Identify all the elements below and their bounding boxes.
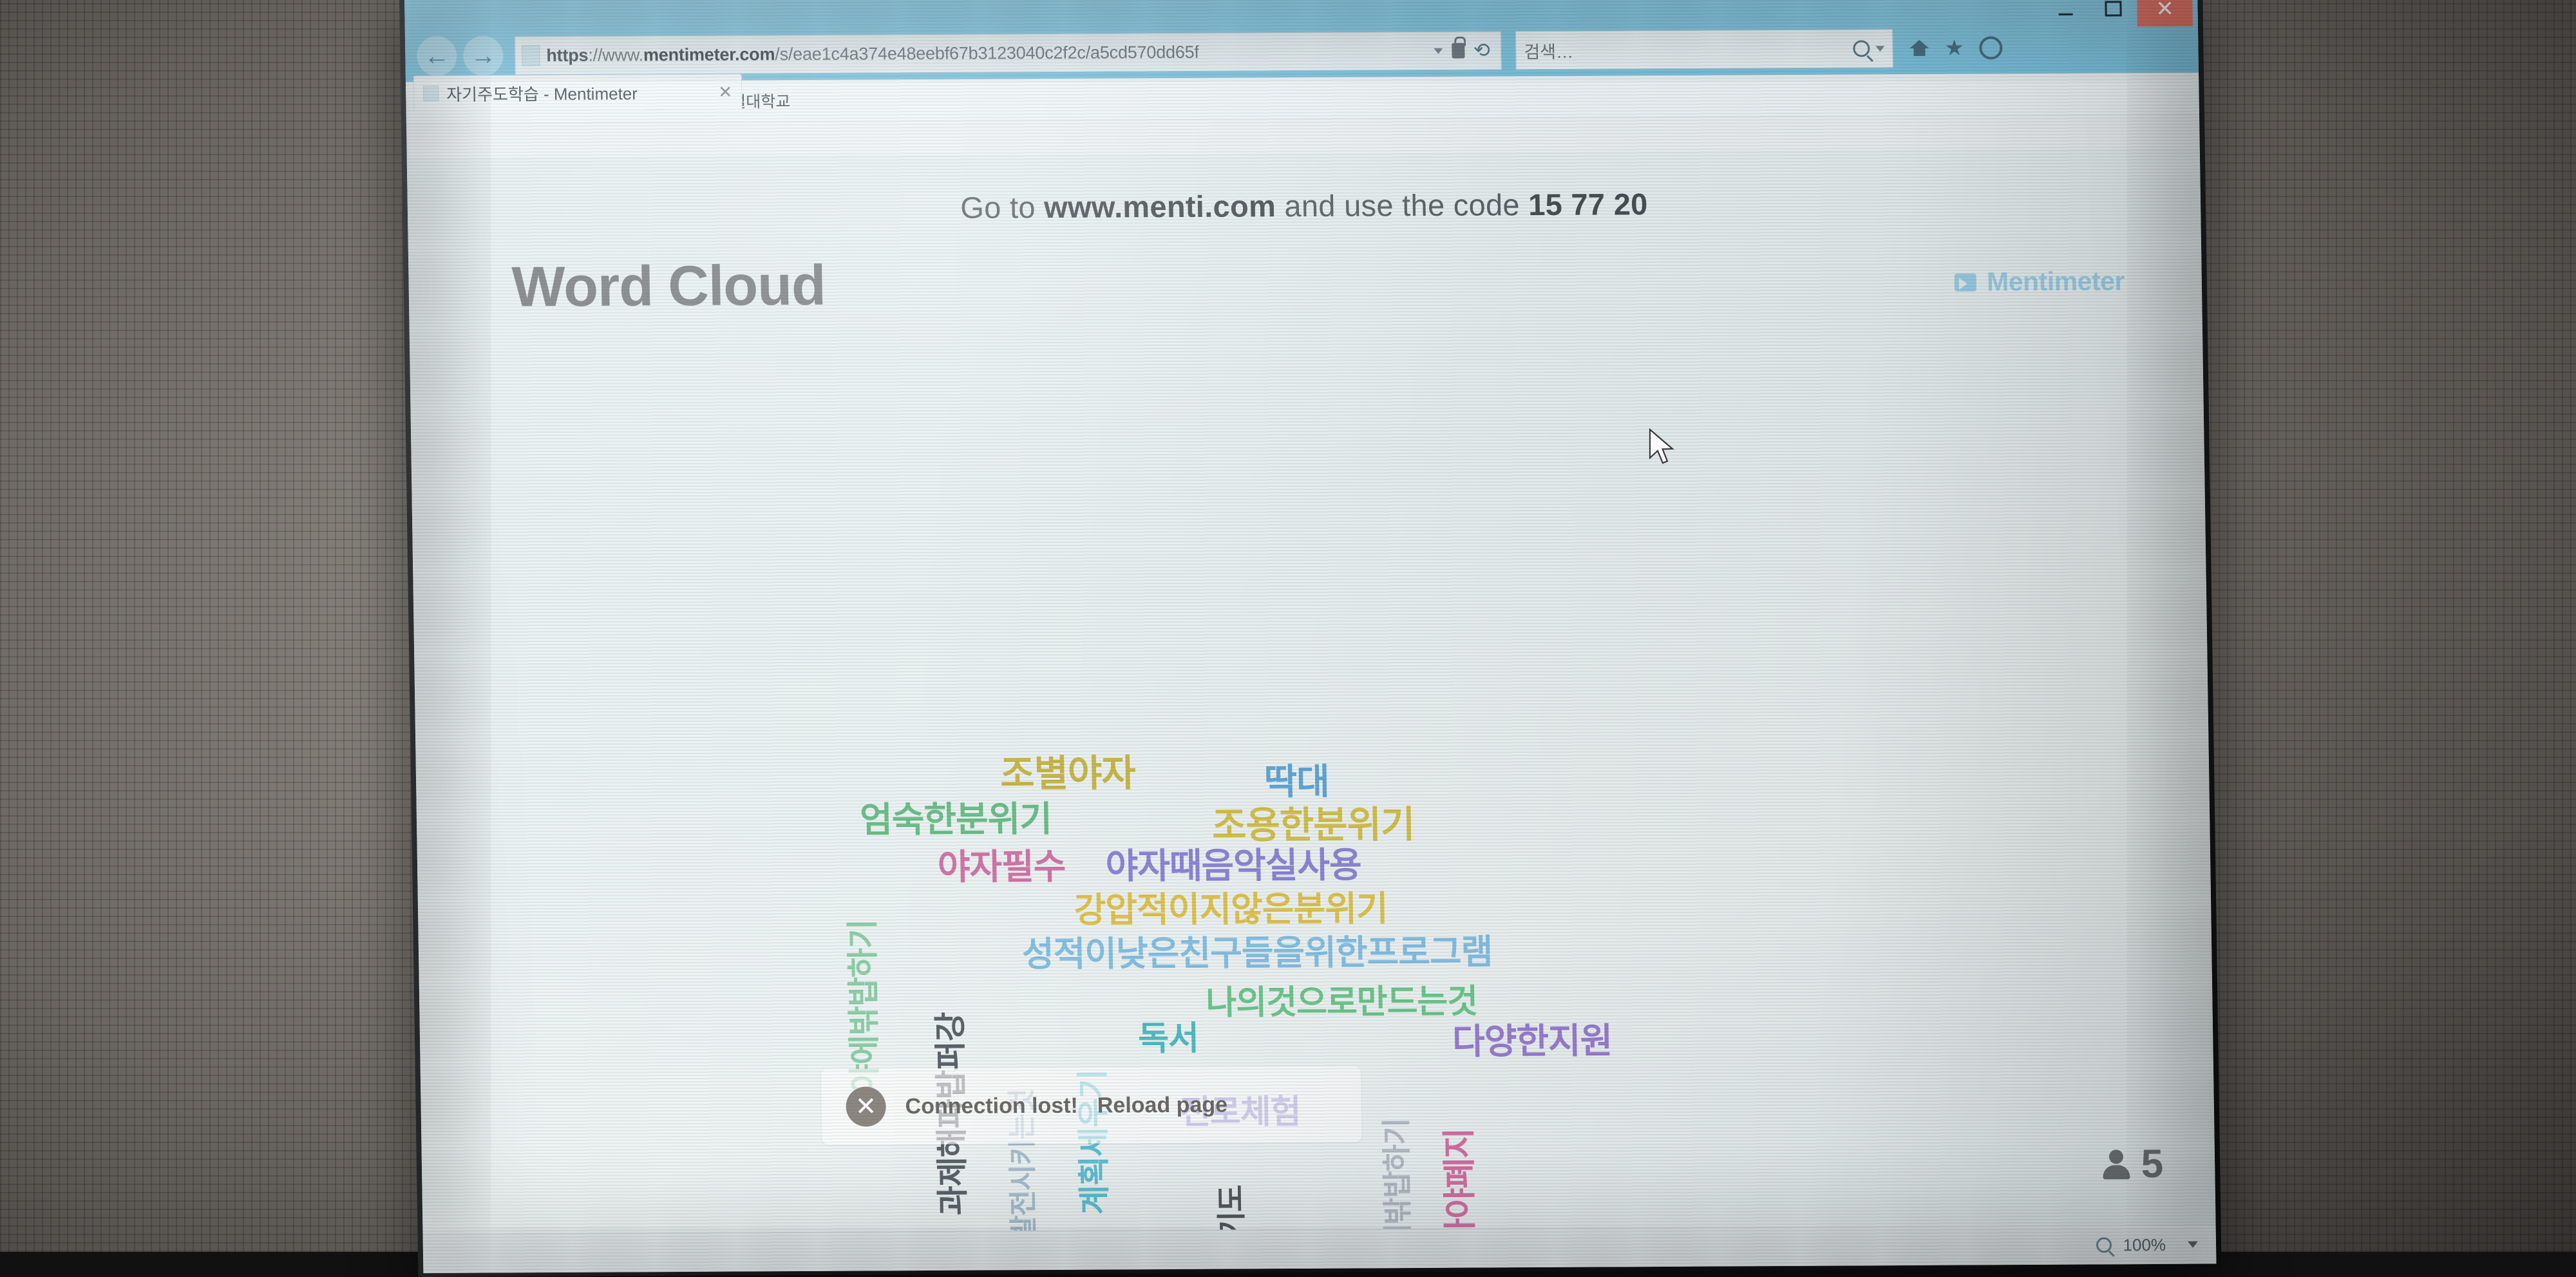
- word-cloud-item: 강압적이지않은분위기: [1074, 889, 1388, 930]
- connection-lost-message: Connection lost!: [905, 1093, 1079, 1119]
- word-cloud: 조별야자 딱대엄숙한분위기 조용한분위기야자필수 야자때음악실사용 강압적이지않은분위기…: [410, 342, 2213, 1234]
- word-cloud-item: 조별야자: [999, 752, 1136, 795]
- search-chevron-down-icon[interactable]: [1875, 45, 1885, 52]
- word-cloud-item: 경기도: [1214, 1185, 1249, 1235]
- mouse-cursor: [1649, 428, 1674, 464]
- word-cloud-item: 자야에밖밥하기: [1379, 1118, 1416, 1235]
- zoom-chevron-down-icon[interactable]: [2187, 1241, 2199, 1248]
- word-cloud-item: 다양한지원: [1452, 1020, 1613, 1062]
- tab-close-icon[interactable]: ✕: [704, 82, 732, 102]
- zoom-level: 100%: [2123, 1234, 2166, 1254]
- word-cloud-item: 딱대: [1264, 761, 1330, 802]
- connection-lost-toast: ✕ Connection lost! Reload page: [820, 1066, 1362, 1145]
- participant-count: 5: [2141, 1141, 2164, 1187]
- address-bar[interactable]: https://www.mentimeter.com/s/eae1c4a374e…: [514, 31, 1502, 75]
- word-cloud-item: 야자필수: [937, 846, 1066, 887]
- search-input[interactable]: 검색…: [1515, 29, 1893, 70]
- url-path: /s/eae1c4a374e48eebf67b3123040c2f2c/a5cd…: [775, 42, 1200, 64]
- word-cloud-item: 자야폐지: [1441, 1128, 1481, 1235]
- word-cloud-item: 야자때음악실사용: [1105, 844, 1362, 887]
- mentimeter-wordmark: Mentimeter: [1986, 266, 2125, 297]
- mentimeter-logo: Mentimeter: [1954, 266, 2125, 297]
- internet-explorer-window: ✕ ← → https://www.mentimeter.com/s/eae1c…: [404, 0, 2217, 1274]
- instruction-middle: and use the code: [1275, 187, 1529, 223]
- page-title: Word Cloud: [511, 252, 826, 319]
- instruction-prefix: Go to: [960, 190, 1045, 225]
- refresh-icon[interactable]: ⟳: [1473, 39, 1491, 62]
- url-separator: ://www.: [588, 44, 644, 65]
- chevron-down-icon[interactable]: [1434, 48, 1443, 54]
- menti-instruction: Go to www.menti.com and use the code 15 …: [407, 149, 2201, 229]
- home-icon[interactable]: [1909, 40, 1929, 57]
- mentimeter-presentation: Go to www.menti.com and use the code 15 …: [406, 148, 2216, 1235]
- word-cloud-item: 조용한분위기: [1211, 804, 1415, 847]
- word-cloud-item: 성적이낮은친구들을위한프로그램: [1021, 932, 1493, 974]
- reload-page-link[interactable]: Reload page: [1097, 1092, 1228, 1118]
- instruction-code: 15 77 20: [1528, 187, 1648, 222]
- zoom-icon[interactable]: [2096, 1237, 2112, 1253]
- word-cloud-item: 나의것으로만드는것: [1206, 983, 1478, 1022]
- back-icon[interactable]: ←: [416, 35, 457, 77]
- forward-icon[interactable]: →: [462, 35, 504, 76]
- monitor-screen: ✕ ← → https://www.mentimeter.com/s/eae1c…: [399, 0, 2222, 1277]
- title-bar: ✕ ← → https://www.mentimeter.com/s/eae1c…: [404, 0, 2199, 111]
- instruction-site: www.menti.com: [1043, 189, 1276, 225]
- participant-counter: 5: [2102, 1141, 2164, 1187]
- word-cloud-item: 독서: [1137, 1019, 1199, 1058]
- tab-favicon: [423, 86, 439, 102]
- search-icon[interactable]: [1853, 40, 1870, 57]
- url-domain: mentimeter.com: [643, 44, 775, 64]
- person-icon: [2102, 1149, 2130, 1179]
- tab-label: 자기주도학습 - Mentimeter: [446, 83, 638, 104]
- settings-gear-icon[interactable]: [1979, 36, 2003, 60]
- close-icon: ✕: [846, 1086, 887, 1127]
- search-placeholder: 검색…: [1524, 42, 1574, 62]
- word-cloud-item: 엄숙한분위기: [859, 799, 1052, 840]
- search-controls: [1853, 40, 1885, 57]
- browser-toolbar-icons: ★: [1909, 36, 2003, 61]
- tab-mentimeter[interactable]: 자기주도학습 - Mentimeter ✕: [413, 73, 743, 111]
- address-bar-icons: ⟳: [1434, 39, 1495, 62]
- favorites-star-icon[interactable]: ★: [1944, 36, 1964, 61]
- lock-icon: [1452, 43, 1465, 59]
- mentimeter-mark-icon: [1954, 272, 1977, 292]
- address-text: https://www.mentimeter.com/s/eae1c4a374e…: [546, 42, 1199, 65]
- page-icon: [522, 45, 540, 66]
- url-scheme: https: [546, 45, 589, 65]
